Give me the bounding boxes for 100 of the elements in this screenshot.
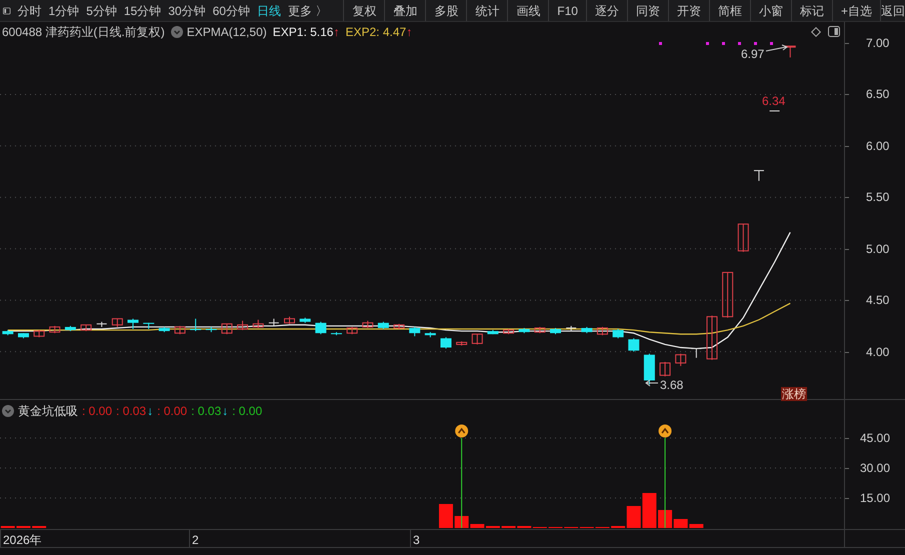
date-label: 2026年 — [3, 532, 42, 549]
candle — [409, 326, 420, 337]
diamond-icon[interactable] — [811, 27, 821, 37]
indicator-bar — [32, 526, 46, 528]
candle — [221, 323, 232, 335]
candle — [112, 318, 123, 328]
period-tab[interactable]: 15分钟 — [124, 2, 162, 20]
signal-marker — [770, 42, 773, 45]
candle — [675, 353, 686, 367]
signal-marker — [659, 42, 662, 45]
candle — [722, 272, 734, 318]
candle — [660, 361, 671, 377]
toolbar-button[interactable]: 开资 — [668, 0, 709, 21]
down-arrow: ↓ — [147, 403, 154, 420]
candle — [174, 325, 186, 335]
axis-label: 4.50 — [866, 292, 890, 308]
toolbar-button[interactable]: 逐分 — [586, 0, 627, 21]
axis-label: 6.00 — [866, 138, 890, 154]
arrow-icon — [645, 380, 658, 386]
candle — [96, 321, 108, 328]
toolbar-button[interactable]: F10 — [548, 0, 586, 21]
candle — [237, 320, 248, 331]
candle — [753, 170, 764, 182]
candle — [644, 353, 655, 386]
candle — [2, 330, 14, 336]
chevron-down-icon[interactable] — [2, 405, 14, 417]
indicator-value: : 0.00 — [232, 403, 262, 420]
toolbar-button[interactable]: 标记 — [790, 0, 832, 21]
trend-arrow: ↑ — [333, 24, 340, 41]
candle — [34, 330, 45, 338]
price-label: 6.97 — [741, 46, 764, 63]
sidebar-toggle-icon[interactable] — [3, 6, 10, 16]
indicator-value: : 0.03 — [191, 403, 222, 420]
toolbar-button[interactable]: 多股 — [425, 0, 466, 21]
panel-icon[interactable] — [828, 26, 840, 37]
signal-marker — [706, 42, 709, 45]
candle — [362, 320, 374, 328]
chevron-down-icon[interactable] — [170, 26, 183, 38]
period-tab[interactable]: 60分钟 — [212, 2, 250, 20]
axis-label: 45.00 — [860, 430, 890, 446]
toolbar-button[interactable]: 小窗 — [750, 0, 791, 21]
toolbar-button[interactable]: 同资 — [626, 0, 668, 21]
indicator-value: : 0.00 — [157, 403, 188, 420]
candle — [424, 332, 436, 338]
candle — [534, 326, 546, 334]
candle — [143, 322, 154, 330]
signal-marker — [722, 42, 725, 45]
candle — [581, 326, 592, 334]
candle — [628, 338, 640, 352]
stock-title: 600488 津药药业(日线.前复权) — [2, 24, 165, 41]
axis-label: 15.00 — [860, 490, 890, 506]
axis-label: 4.00 — [866, 344, 890, 360]
period-tab[interactable]: 更多 〉 — [288, 2, 328, 20]
candle — [566, 325, 577, 332]
signal-icon — [455, 424, 468, 438]
candle — [284, 316, 295, 324]
candle — [206, 326, 217, 333]
indicator-value: : 5.16 — [303, 24, 334, 41]
candle — [252, 319, 264, 328]
indicator-title: 黄金坑低吸 — [18, 403, 78, 420]
signal-marker — [738, 42, 741, 45]
series-name: EXP1 — [272, 24, 304, 41]
toolbar-button[interactable]: 叠加 — [384, 0, 426, 21]
trend-arrow: ↑ — [406, 24, 412, 41]
period-tab[interactable]: 5分钟 — [86, 2, 117, 20]
candle — [346, 326, 358, 335]
signal-marker — [754, 42, 757, 45]
candle — [550, 328, 561, 335]
series-name: EXP2 — [345, 24, 376, 41]
price-label: 6.34 — [762, 94, 786, 108]
period-tab[interactable]: 1分钟 — [48, 2, 80, 20]
axis-label: 5.00 — [866, 240, 890, 257]
toolbar-button[interactable]: 统计 — [466, 0, 508, 21]
candle — [394, 323, 405, 330]
axis-label: 5.50 — [866, 189, 890, 206]
toolbar-button[interactable]: 返回 — [880, 0, 905, 21]
candle — [612, 328, 624, 339]
period-tab[interactable]: 30分钟 — [168, 2, 206, 20]
period-tab[interactable]: 分时 — [18, 2, 42, 20]
candle — [472, 334, 483, 345]
candle — [706, 315, 718, 360]
candle — [190, 318, 202, 332]
toolbar-button[interactable]: 复权 — [343, 0, 384, 21]
candle — [456, 340, 468, 346]
candle — [378, 321, 389, 330]
toolbar-button[interactable]: +自选 — [832, 0, 880, 21]
candle — [503, 328, 514, 335]
candle — [128, 318, 138, 330]
indicator-name: EXPMA(12,50) — [186, 24, 267, 41]
candle — [738, 224, 749, 252]
period-tab[interactable]: 日线 — [256, 2, 281, 20]
limit-up-badge: 涨榜 — [781, 387, 807, 401]
indicator-value: : 0.03 — [116, 403, 146, 420]
axis-label: 7.00 — [866, 35, 890, 52]
toolbar-button[interactable]: 简框 — [708, 0, 750, 21]
toolbar-button[interactable]: 画线 — [507, 0, 548, 21]
price-label: 3.68 — [660, 377, 684, 394]
signal-icon — [658, 424, 672, 438]
candle — [596, 326, 608, 336]
candle — [18, 332, 29, 339]
